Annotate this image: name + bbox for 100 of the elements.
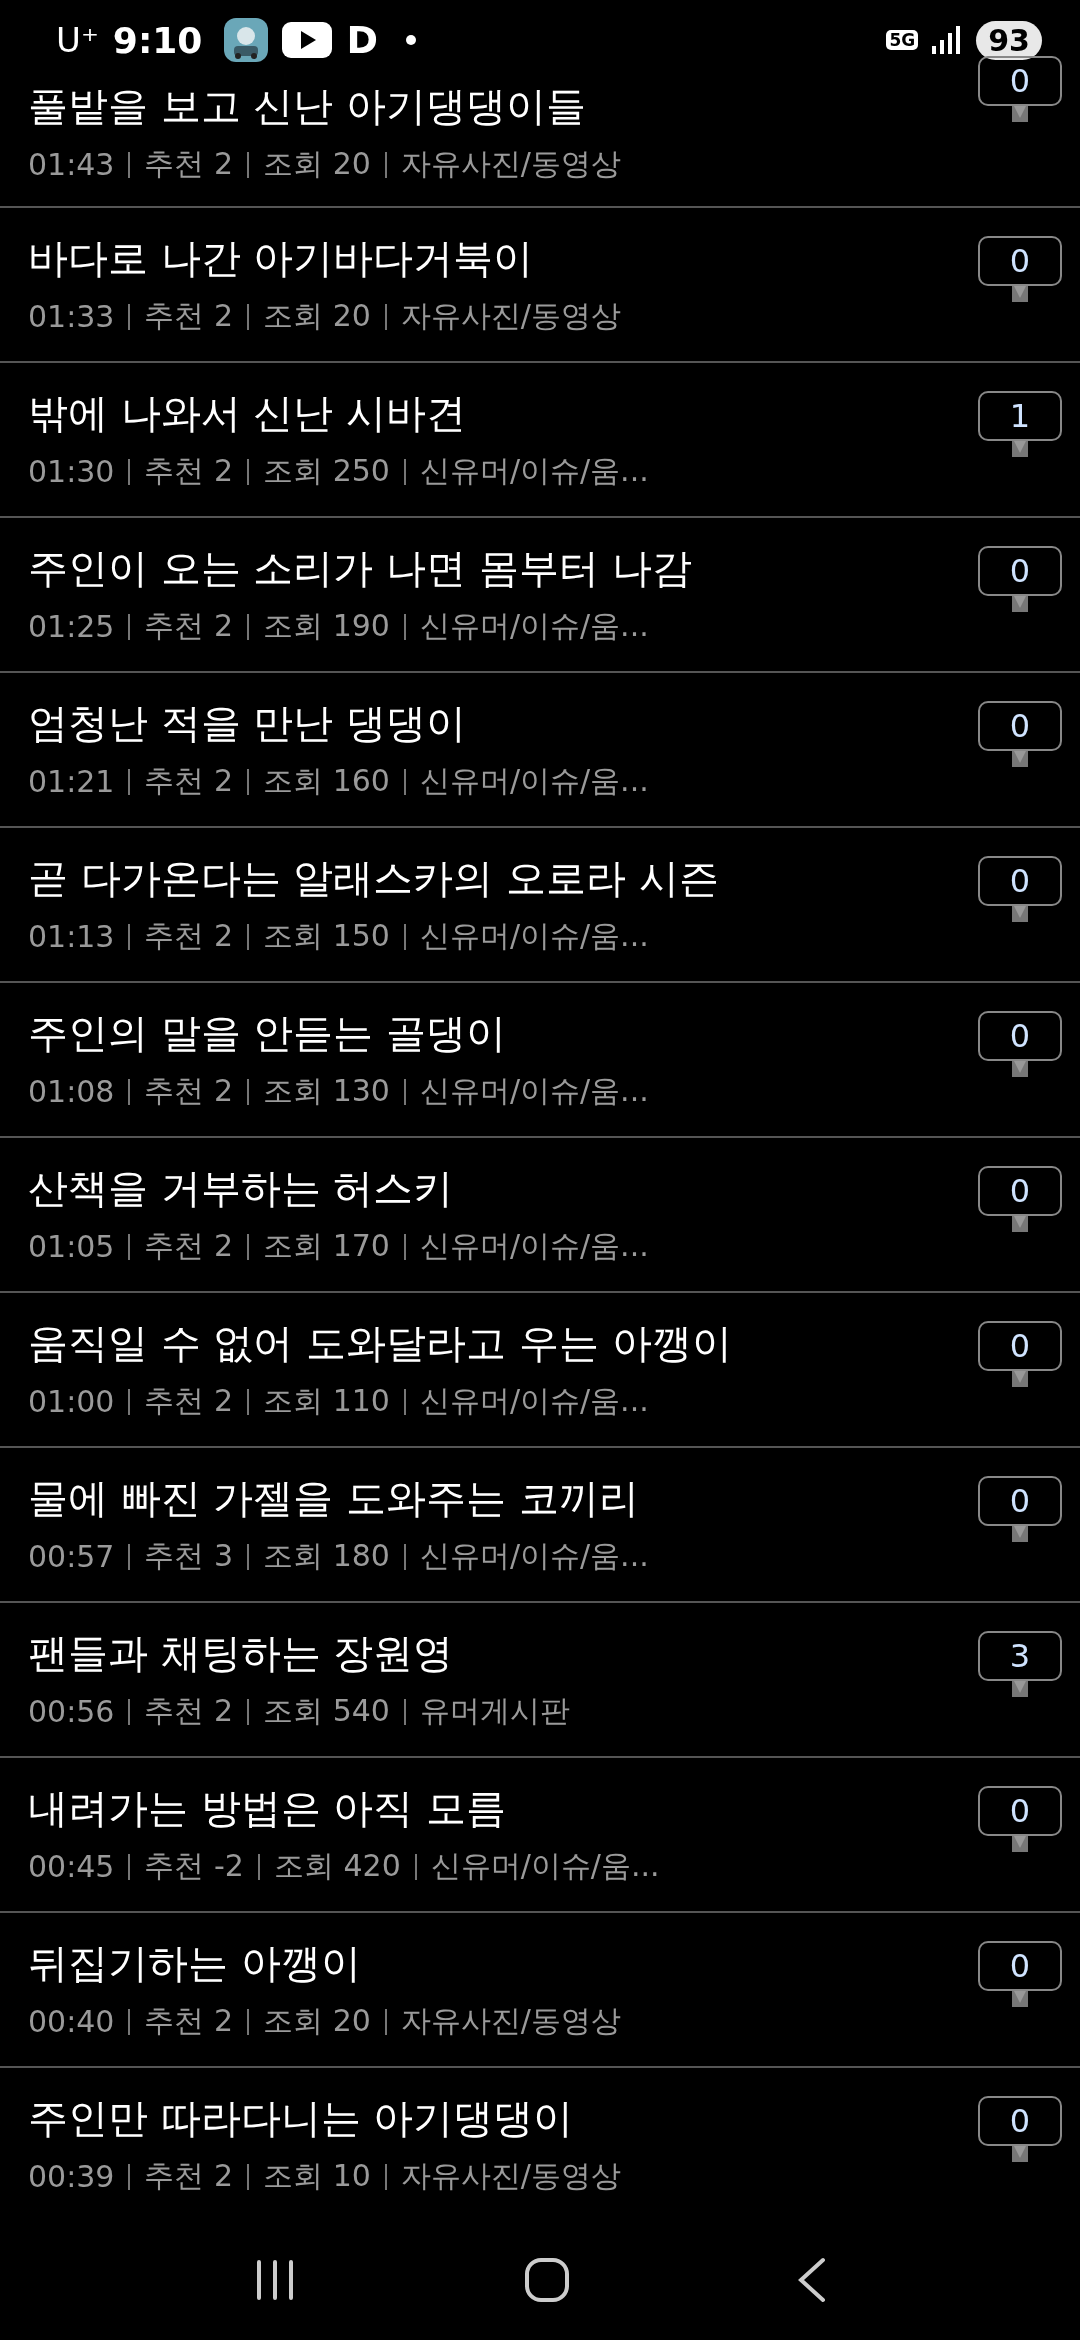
post-views: 조회 190 xyxy=(263,607,390,645)
comment-count: 0 xyxy=(978,1941,1062,1991)
post-views: 조회 160 xyxy=(263,762,390,800)
pointer-icon xyxy=(1012,1371,1028,1387)
post-likes: 추천 2 xyxy=(144,1072,234,1110)
post-category: 신유머/이슈/움... xyxy=(430,1847,660,1885)
post-category: 신유머/이슈/움... xyxy=(419,1227,649,1265)
comment-count: 0 xyxy=(978,1476,1062,1526)
post-title[interactable]: 밖에 나와서 신난 시바견 xyxy=(28,387,978,439)
post-likes: 추천 2 xyxy=(144,452,234,490)
post-category: 신유머/이슈/움... xyxy=(419,1382,649,1420)
comment-count: 0 xyxy=(978,2096,1062,2146)
post-likes: 추천 2 xyxy=(144,2002,234,2040)
post-likes: 추천 -2 xyxy=(144,1847,244,1885)
post-title[interactable]: 주인만 따라다니는 아기댕댕이 xyxy=(28,2092,978,2144)
comment-count: 0 xyxy=(978,236,1062,286)
post-time: 01:33 xyxy=(28,299,115,334)
post-likes: 추천 2 xyxy=(144,762,234,800)
post-category: 자유사진/동영상 xyxy=(400,145,621,183)
pointer-icon xyxy=(1012,1526,1028,1542)
post-time: 01:00 xyxy=(28,1384,115,1419)
post-time: 01:05 xyxy=(28,1229,115,1264)
back-icon[interactable] xyxy=(796,2256,827,2303)
post-title[interactable]: 엄청난 적을 만난 댕댕이 xyxy=(28,697,978,749)
post-title[interactable]: 주인이 오는 소리가 나면 몸부터 나감 xyxy=(28,542,978,594)
post-likes: 추천 2 xyxy=(144,607,234,645)
post-likes: 추천 2 xyxy=(144,1692,234,1730)
post-title[interactable]: 움직일 수 없어 도와달라고 우는 아깽이 xyxy=(28,1317,978,1369)
comment-count: 1 xyxy=(978,391,1062,441)
post-likes: 추천 2 xyxy=(144,145,234,183)
post-title[interactable]: 바다로 나간 아기바다거북이 xyxy=(28,232,978,284)
home-icon[interactable] xyxy=(524,2256,570,2303)
pointer-icon xyxy=(1012,106,1028,122)
signal-icon xyxy=(932,26,963,54)
post-likes: 추천 2 xyxy=(144,1227,234,1265)
post-time: 01:43 xyxy=(28,147,115,182)
post-title[interactable]: 뒤집기하는 아깽이 xyxy=(28,1937,978,1989)
comment-count: 0 xyxy=(978,1321,1062,1371)
pointer-icon xyxy=(1012,1061,1028,1077)
comment-count: 0 xyxy=(978,1786,1062,1836)
post-time: 01:25 xyxy=(28,609,115,644)
post-time: 01:13 xyxy=(28,919,115,954)
pointer-icon xyxy=(1012,286,1028,302)
pointer-icon xyxy=(1012,1681,1028,1697)
post-time: 00:39 xyxy=(28,2159,115,2194)
post-time: 00:56 xyxy=(28,1694,115,1729)
post-views: 조회 420 xyxy=(273,1847,401,1885)
post-likes: 추천 2 xyxy=(144,297,234,335)
pointer-icon xyxy=(1012,2146,1028,2162)
battery-level: 93 xyxy=(976,20,1042,60)
post-views: 조회 10 xyxy=(263,2157,371,2195)
app-letter: D xyxy=(346,18,378,62)
post-title[interactable]: 주인의 말을 안듣는 골댕이 xyxy=(28,1007,978,1059)
carrier-label: U⁺ xyxy=(56,20,99,60)
post-likes: 추천 2 xyxy=(144,1382,234,1420)
post-time: 01:21 xyxy=(28,764,115,799)
post-category: 신유머/이슈/움... xyxy=(419,452,649,490)
play-icon xyxy=(282,22,333,58)
pointer-icon xyxy=(1012,906,1028,922)
post-views: 조회 540 xyxy=(263,1692,390,1730)
post-title[interactable]: 곧 다가온다는 알래스카의 오로라 시즌 xyxy=(28,852,978,904)
post-views: 조회 110 xyxy=(263,1382,390,1420)
comment-count: 0 xyxy=(978,701,1062,751)
post-views: 조회 20 xyxy=(263,2002,371,2040)
post-time: 00:40 xyxy=(28,2004,115,2039)
post-category: 자유사진/동영상 xyxy=(400,297,621,335)
clock: 9:10 xyxy=(112,19,203,61)
comment-count: 3 xyxy=(978,1631,1062,1681)
post-category: 자유사진/동영상 xyxy=(400,2157,621,2195)
post-likes: 추천 3 xyxy=(144,1537,234,1575)
pointer-icon xyxy=(1012,596,1028,612)
pointer-icon xyxy=(1012,751,1028,767)
post-likes: 추천 2 xyxy=(144,917,234,955)
post-views: 조회 130 xyxy=(263,1072,390,1110)
post-title[interactable]: 풀밭을 보고 신난 아기댕댕이들 xyxy=(28,80,978,132)
post-title[interactable]: 산책을 거부하는 허스키 xyxy=(28,1162,978,1214)
post-title[interactable]: 물에 빠진 가젤을 도와주는 코끼리 xyxy=(28,1472,978,1524)
post-time: 01:08 xyxy=(28,1074,115,1109)
post-category: 신유머/이슈/움... xyxy=(419,1072,649,1110)
comment-count: 0 xyxy=(978,856,1062,906)
post-category: 신유머/이슈/움... xyxy=(419,607,649,645)
post-views: 조회 20 xyxy=(263,297,371,335)
post-views: 조회 20 xyxy=(263,145,371,183)
post-title[interactable]: 팬들과 채팅하는 장원영 xyxy=(28,1627,978,1679)
post-title[interactable]: 내려가는 방법은 아직 모름 xyxy=(28,1782,978,1834)
pointer-icon xyxy=(1012,1991,1028,2007)
post-category: 유머게시판 xyxy=(419,1692,570,1730)
post-time: 01:30 xyxy=(28,454,115,489)
post-views: 조회 150 xyxy=(263,917,390,955)
comment-count: 0 xyxy=(978,1011,1062,1061)
post-category: 신유머/이슈/움... xyxy=(419,762,649,800)
pointer-icon xyxy=(1012,1836,1028,1852)
comment-count: 0 xyxy=(978,1166,1062,1216)
post-time: 00:57 xyxy=(28,1539,115,1574)
pointer-icon xyxy=(1012,1216,1028,1232)
comment-count: 0 xyxy=(978,546,1062,596)
post-views: 조회 170 xyxy=(263,1227,390,1265)
post-category: 신유머/이슈/움... xyxy=(419,1537,649,1575)
post-time: 00:45 xyxy=(28,1849,115,1884)
comment-count: 0 xyxy=(978,56,1062,106)
